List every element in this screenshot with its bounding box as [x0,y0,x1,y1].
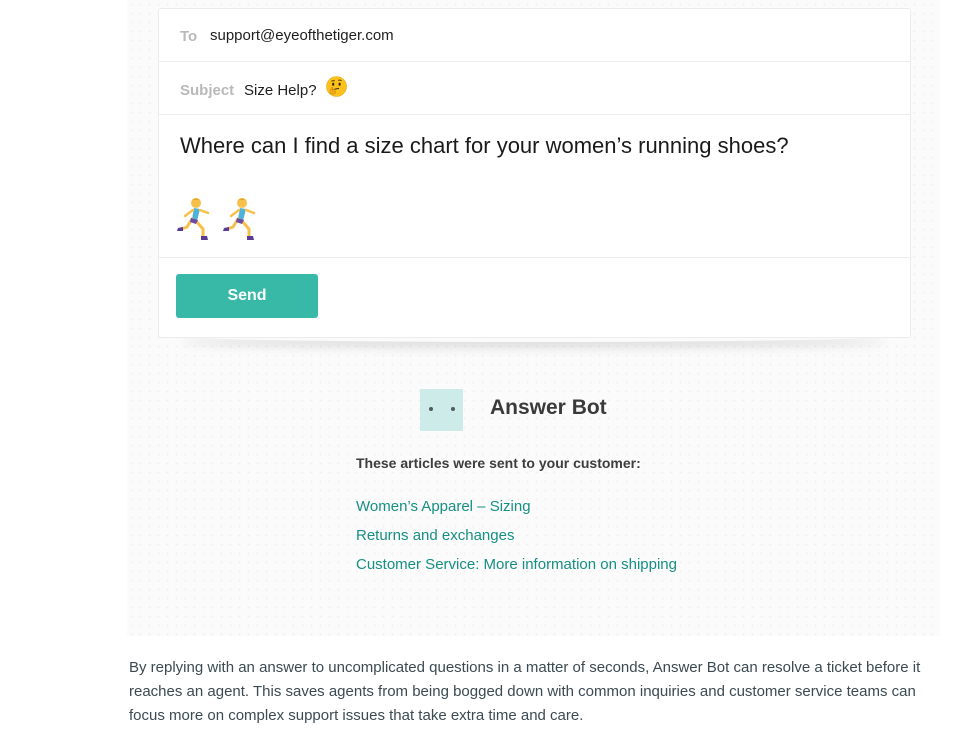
answer-bot-title: Answer Bot [490,396,607,419]
send-button[interactable]: Send [176,274,318,318]
article-link-returns[interactable]: Returns and exchanges [356,527,514,544]
description-paragraph: By replying with an answer to uncomplica… [129,659,921,724]
subject-label: Subject [180,82,235,99]
to-label: To [180,28,198,45]
thinking-face-icon [326,76,347,97]
woman-running-icon [177,197,219,241]
emoji-row [177,197,267,241]
article-link-sizing[interactable]: Women’s Apparel – Sizing [356,498,531,515]
answer-bot-avatar-icon [420,389,463,431]
subject-row: Subject Size Help? [159,62,910,115]
subject-field[interactable]: Size Help? [244,82,317,99]
to-field[interactable]: support@eyeofthetiger.com [210,27,394,44]
bot-eye-icon [451,407,455,411]
message-body[interactable]: Where can I find a size chart for your w… [159,115,910,258]
send-row: Send [159,258,910,337]
email-compose-card: To support@eyeofthetiger.com Subject Siz… [158,8,911,338]
woman-running-icon [223,197,265,241]
articles-heading: These articles were sent to your custome… [356,455,641,471]
bot-eye-icon [429,407,433,411]
article-link-shipping[interactable]: Customer Service: More information on sh… [356,556,677,573]
to-row: To support@eyeofthetiger.com [159,9,910,62]
message-text: Where can I find a size chart for your w… [180,133,789,158]
